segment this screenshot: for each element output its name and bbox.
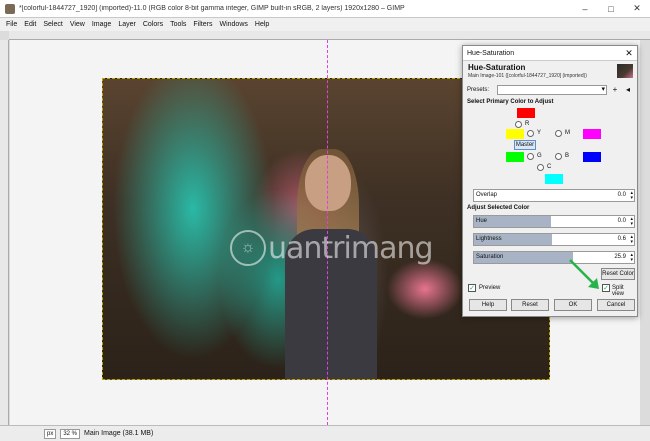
dialog-title-bar: Hue-Saturation ✕ — [463, 46, 637, 61]
cyan-radio[interactable] — [537, 164, 544, 171]
zoom-select[interactable]: 32 % — [60, 428, 81, 439]
horizontal-ruler[interactable] — [9, 31, 650, 40]
menu-colors[interactable]: Colors — [143, 21, 163, 28]
dialog-header: Hue-Saturation Main Image-101 ([colorful… — [465, 63, 635, 81]
overlap-label: Overlap — [476, 192, 498, 198]
green-arrow-annotation-icon — [569, 259, 599, 289]
magenta-radio[interactable] — [555, 130, 562, 137]
reset-button[interactable]: Reset — [511, 299, 549, 311]
reset-color-button[interactable]: Reset Color — [601, 268, 635, 280]
red-label: R — [525, 121, 530, 127]
dialog-subheading: Main Image-101 ([colorful-1844727_1920] … — [468, 73, 587, 79]
close-window-button[interactable]: ✕ — [624, 0, 650, 18]
dialog-close-icon[interactable]: ✕ — [621, 48, 637, 59]
ok-button[interactable]: OK — [554, 299, 592, 311]
red-swatch — [517, 108, 535, 118]
person-face — [305, 155, 351, 211]
green-label: G — [537, 153, 542, 159]
gimp-app-icon — [5, 3, 15, 14]
green-swatch — [506, 152, 524, 162]
hue-label: Hue — [476, 218, 488, 224]
magenta-label: M — [565, 130, 570, 136]
lightness-label: Lightness — [476, 236, 502, 242]
overlap-slider[interactable]: Overlap 0.0 ▴ ▾ — [473, 189, 635, 202]
preset-menu-icon[interactable]: ◂ — [623, 85, 633, 95]
maximize-button[interactable]: □ — [598, 0, 624, 18]
lightness-spin-icon[interactable]: ▴ ▾ — [630, 235, 633, 245]
menu-filters[interactable]: Filters — [193, 21, 212, 28]
hue-saturation-dialog: Hue-Saturation ✕ Hue-Saturation Main Ima… — [462, 45, 638, 317]
yellow-label: Y — [537, 130, 542, 136]
menu-help[interactable]: Help — [255, 21, 269, 28]
menu-select[interactable]: Select — [43, 21, 62, 28]
menu-bar: File Edit Select View Image Layer Colors… — [0, 18, 650, 31]
lightness-value: 0.6 — [617, 236, 626, 242]
watermark-logo: ☼ uantrimang — [230, 230, 434, 266]
cyan-label: C — [547, 164, 552, 170]
overlap-spin-icon[interactable]: ▴ ▾ — [630, 191, 633, 201]
blue-label: B — [565, 153, 570, 159]
lightbulb-icon: ☼ — [230, 230, 266, 266]
title-bar: *[colorful-1844727_1920] (imported)-11.0… — [0, 0, 650, 18]
menu-view[interactable]: View — [70, 21, 85, 28]
vertical-ruler[interactable] — [0, 40, 9, 425]
saturation-spin-icon[interactable]: ▴ ▾ — [630, 253, 633, 263]
presets-row: Presets: + ◂ — [467, 84, 635, 96]
red-radio[interactable] — [515, 121, 522, 128]
menu-layer[interactable]: Layer — [118, 21, 136, 28]
menu-tools[interactable]: Tools — [170, 21, 186, 28]
menu-edit[interactable]: Edit — [24, 21, 36, 28]
yellow-swatch — [506, 129, 524, 139]
hue-spin-icon[interactable]: ▴ ▾ — [630, 217, 633, 227]
dialog-title: Hue-Saturation — [467, 49, 515, 57]
hue-slider[interactable]: Hue 0.0 ▴ ▾ — [473, 215, 635, 228]
window-title: *[colorful-1844727_1920] (imported)-11.0… — [19, 5, 405, 12]
help-button[interactable]: Help — [469, 299, 507, 311]
presets-combo[interactable] — [497, 85, 607, 95]
magenta-swatch — [583, 129, 601, 139]
adjust-section-label: Adjust Selected Color — [467, 205, 530, 211]
status-message: Main Image (38.1 MB) — [84, 430, 154, 437]
split-view-label: Split view — [612, 285, 625, 297]
dialog-heading: Hue-Saturation — [468, 63, 526, 72]
preview-label: Preview — [479, 285, 501, 291]
minimize-button[interactable]: – — [572, 0, 598, 18]
green-radio[interactable] — [527, 153, 534, 160]
blue-radio[interactable] — [555, 153, 562, 160]
saturation-slider[interactable]: Saturation 25.9 ▴ ▾ — [473, 251, 635, 264]
preview-checkbox[interactable]: ✓ — [468, 284, 476, 292]
overlap-value: 0.0 — [617, 192, 626, 198]
unit-select[interactable]: px — [44, 428, 57, 439]
status-bar: px 32 % Main Image (38.1 MB) — [0, 425, 650, 441]
watermark-text: uantrimang — [268, 230, 434, 266]
cancel-button[interactable]: Cancel — [597, 299, 635, 311]
lightness-slider[interactable]: Lightness 0.6 ▴ ▾ — [473, 233, 635, 246]
saturation-value: 25.9 — [614, 254, 626, 260]
primary-color-section-label: Select Primary Color to Adjust — [467, 99, 554, 105]
image-thumbnail — [617, 64, 633, 78]
blue-swatch — [583, 152, 601, 162]
presets-label: Presets: — [467, 87, 490, 93]
cyan-swatch — [545, 174, 563, 184]
menu-image[interactable]: Image — [92, 21, 111, 28]
hue-value: 0.0 — [617, 218, 626, 224]
menu-windows[interactable]: Windows — [219, 21, 247, 28]
saturation-label: Saturation — [476, 254, 504, 260]
yellow-radio[interactable] — [527, 130, 534, 137]
master-button[interactable]: Master — [514, 140, 536, 150]
add-preset-icon[interactable]: + — [610, 85, 620, 95]
menu-file[interactable]: File — [6, 21, 17, 28]
